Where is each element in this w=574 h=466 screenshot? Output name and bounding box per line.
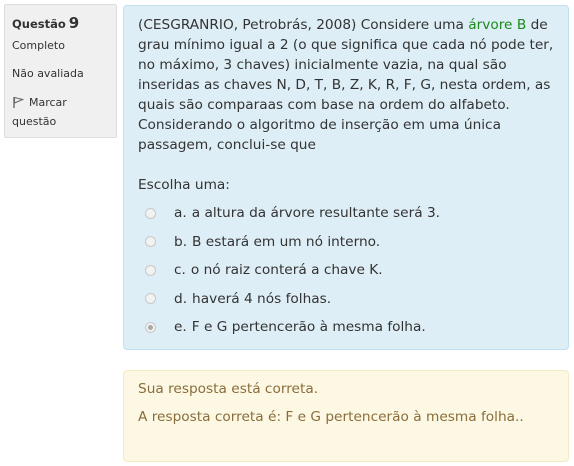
question-text-end: de grau mínimo igual a 2 (o que signific…: [138, 17, 554, 153]
answer-number: d.: [174, 290, 188, 307]
question-state: Completo: [12, 39, 65, 52]
right-answer-text: A resposta correta é: F e G pertencerão …: [138, 409, 524, 425]
feedback-text: Sua resposta está correta.: [138, 381, 319, 397]
answer-label: a altura da árvore resultante será 3.: [191, 205, 441, 222]
question-text: (CESGRANRIO, Petrobrás, 2008) Considere …: [138, 15, 554, 155]
answer-radio-a[interactable]: [145, 207, 156, 219]
question-number-heading: Questão 9: [12, 14, 109, 32]
answer-option-a[interactable]: a. a altura da árvore resultante será 3.: [138, 199, 554, 228]
answer-number: e.: [174, 319, 187, 336]
answer-option-c[interactable]: c. o nó raiz conterá a chave K.: [138, 256, 554, 285]
question-formulation: (CESGRANRIO, Petrobrás, 2008) Considere …: [123, 5, 569, 350]
answer-option-d[interactable]: d. haverá 4 nós folhas.: [138, 285, 554, 314]
question-label: Questão: [12, 17, 66, 31]
flag-question-toggle[interactable]: Marcar questão: [12, 93, 109, 131]
answer-label: F e G pertencerão à mesma folha.: [191, 319, 426, 336]
question-outcome: Sua resposta está correta. A resposta co…: [123, 370, 569, 462]
answer-radio-e[interactable]: [145, 321, 156, 333]
question-grade: Não avaliada: [12, 67, 84, 80]
answer-radio-d[interactable]: [145, 293, 156, 305]
answer-label: haverá 4 nós folhas.: [192, 290, 332, 307]
question-info-panel: Questão 9 Completo Não avaliada Marcar qu…: [4, 4, 117, 138]
glossary-term-link[interactable]: árvore B: [468, 17, 526, 33]
answer-number: a.: [174, 205, 187, 222]
answer-option-e[interactable]: e. F e G pertencerão à mesma folha.: [138, 313, 554, 342]
question-text-start: (CESGRANRIO, Petrobrás, 2008) Considere …: [138, 17, 469, 33]
answer-number: c.: [174, 262, 186, 279]
answer-options: a. a altura da árvore resultante será 3.…: [138, 199, 554, 342]
answer-number: b.: [174, 233, 188, 250]
answer-radio-b[interactable]: [145, 236, 156, 248]
answer-label: B estará em um nó interno.: [192, 233, 381, 250]
question-number: 9: [68, 14, 80, 32]
flag-icon: [12, 95, 25, 108]
answer-option-b[interactable]: b. B estará em um nó interno.: [138, 228, 554, 257]
answer-radio-c[interactable]: [145, 264, 156, 276]
answer-prompt: Escolha uma:: [138, 177, 230, 193]
answer-label: o nó raiz conterá a chave K.: [190, 262, 383, 279]
